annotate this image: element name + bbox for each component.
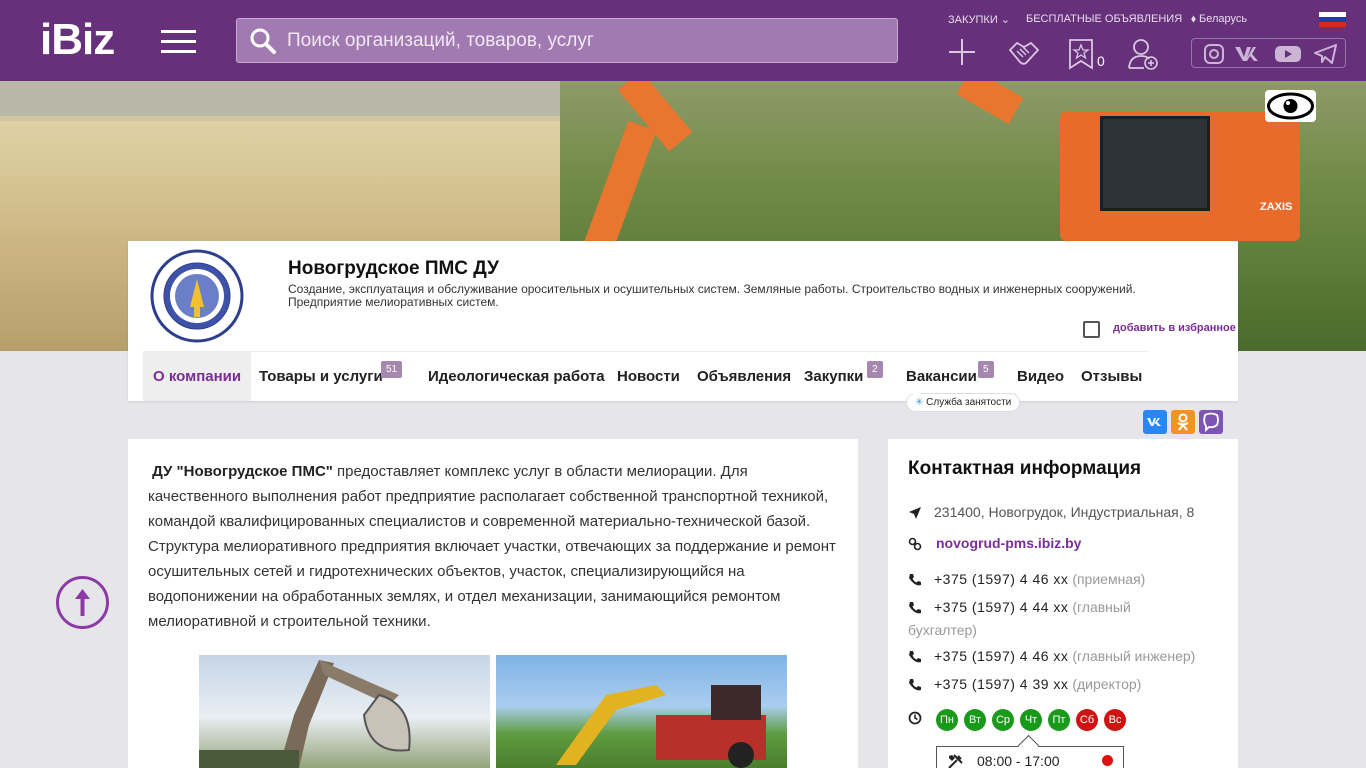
free-ads-link[interactable]: БЕСПЛАТНЫЕ ОБЪЯВЛЕНИЯ xyxy=(1026,13,1182,25)
tab-label: Товары и услуги xyxy=(259,368,383,385)
company-card: Новогрудское ПМС ДУ Создание, эксплуатац… xyxy=(128,241,1238,401)
company-bold-name: ДУ "Новогрудское ПМС" xyxy=(152,463,333,480)
employment-service-tooltip[interactable]: ✳ Служба занятости xyxy=(906,388,1021,412)
phone-note: (главный xyxy=(1072,599,1131,615)
search-input[interactable] xyxy=(287,19,887,62)
excavator-photo[interactable] xyxy=(199,655,490,768)
day-fri[interactable]: Пт xyxy=(1048,709,1070,731)
tab-label: Вакансии xyxy=(906,368,977,385)
chevron-down-icon: ⌄ xyxy=(1000,14,1011,26)
site-logo[interactable]: iBiz xyxy=(40,18,115,62)
link-icon xyxy=(908,537,922,551)
tab-label: Идеологическая работа xyxy=(428,368,605,385)
day-mon[interactable]: Пн xyxy=(936,709,958,731)
tab-about[interactable]: О компании xyxy=(143,352,252,401)
tab-label: О компании xyxy=(153,368,242,385)
favorites-count: 0 xyxy=(1097,53,1105,69)
purchases-link[interactable]: ЗАКУПКИ ⌄ xyxy=(948,13,1010,26)
company-logo-icon xyxy=(150,249,244,343)
phone-number[interactable]: +375 (1597) 4 39 xx xyxy=(934,676,1068,692)
work-days: Пн Вт Ср Чт Пт Сб Вс xyxy=(936,709,1126,731)
website-link[interactable]: novogrud-pms.ibiz.by xyxy=(936,535,1081,551)
tools-icon xyxy=(948,754,963,768)
about-body: предоставляет комплекс услуг в области м… xyxy=(148,463,836,630)
day-sun[interactable]: Вс xyxy=(1104,709,1126,731)
company-name: Новогрудское ПМС ДУ xyxy=(288,258,499,279)
tab-label: Закупки xyxy=(804,368,864,385)
phone-note: (директор) xyxy=(1072,676,1142,692)
day-wed[interactable]: Ср xyxy=(992,709,1014,731)
tab-label: Видео xyxy=(1017,368,1065,385)
sparkle-icon: ✳ xyxy=(915,397,924,408)
add-user-icon[interactable] xyxy=(1128,38,1158,70)
search-icon[interactable] xyxy=(249,27,277,55)
arrow-up-icon xyxy=(75,589,90,616)
tab-news[interactable]: Новости xyxy=(617,352,680,401)
tractor-photo[interactable] xyxy=(496,655,787,768)
day-tue[interactable]: Вт xyxy=(964,709,986,731)
instagram-icon[interactable] xyxy=(1204,44,1224,64)
top-bar: iBiz ЗАКУПКИ ⌄ БЕСПЛАТНЫЕ ОБЪЯВЛЕНИЯ ⬧ Б… xyxy=(0,0,1366,81)
about-article: ДУ "Новогрудское ПМС" предоставляет комп… xyxy=(128,439,858,768)
purchases-label: ЗАКУПКИ xyxy=(948,14,998,26)
contact-title: Контактная информация xyxy=(908,458,1142,479)
add-plus-icon[interactable] xyxy=(948,38,976,66)
closed-status-dot xyxy=(1102,755,1113,766)
tab-ideology[interactable]: Идеологическая работа xyxy=(428,352,605,401)
share-vk-icon[interactable] xyxy=(1143,410,1167,434)
tab-label: Отзывы xyxy=(1081,368,1143,385)
tooltip-label: Служба занятости xyxy=(926,397,1012,408)
tab-label: Объявления xyxy=(697,368,792,385)
language-flag-icon[interactable] xyxy=(1319,12,1346,27)
menu-burger-icon[interactable] xyxy=(161,30,196,54)
region-label: Беларусь xyxy=(1199,13,1248,25)
day-thu[interactable]: Чт xyxy=(1020,709,1042,731)
tab-purchases[interactable]: Закупки 2 xyxy=(804,352,883,401)
add-favorite-link[interactable]: добавить в избранное xyxy=(1113,322,1236,334)
vk-icon[interactable] xyxy=(1234,44,1264,64)
address: 231400, Новогрудок, Индустриальная, 8 xyxy=(934,504,1195,520)
accessibility-eye-icon[interactable] xyxy=(1265,90,1316,122)
phone-number[interactable]: +375 (1597) 4 46 xx xyxy=(934,648,1068,664)
tab-badge: 5 xyxy=(978,361,994,378)
phone-number[interactable]: +375 (1597) 4 44 xx xyxy=(934,599,1068,615)
tab-ads[interactable]: Объявления xyxy=(697,352,791,401)
location-pin-icon: ⬧ xyxy=(1191,13,1196,25)
telegram-icon[interactable] xyxy=(1314,44,1338,64)
working-hours: 08:00 - 17:00 xyxy=(936,746,1124,768)
social-links xyxy=(1191,38,1346,68)
favorite-checkbox[interactable] xyxy=(1083,321,1100,338)
phone-note: (главный инженер) xyxy=(1072,648,1196,664)
contact-panel: Контактная информация 231400, Новогрудок… xyxy=(888,439,1238,768)
phone-icon xyxy=(909,679,921,691)
tab-products[interactable]: Товары и услуги 51 xyxy=(259,352,403,401)
scroll-up-button[interactable] xyxy=(56,576,109,629)
share-viber-icon[interactable] xyxy=(1199,410,1223,434)
phone-number[interactable]: +375 (1597) 4 46 xx xyxy=(934,571,1068,587)
phone-icon xyxy=(909,602,921,614)
hours-text: 08:00 - 17:00 xyxy=(977,753,1060,768)
clock-icon xyxy=(908,711,922,725)
handshake-icon[interactable] xyxy=(1008,38,1040,68)
day-sat[interactable]: Сб xyxy=(1076,709,1098,731)
tab-reviews[interactable]: Отзывы xyxy=(1081,352,1142,401)
tab-label: Новости xyxy=(617,368,680,385)
phone-icon xyxy=(909,574,921,586)
tab-badge: 51 xyxy=(381,361,403,378)
tab-video[interactable]: Видео xyxy=(1017,352,1064,401)
favorites-star-icon[interactable] xyxy=(1068,38,1094,70)
region-link[interactable]: ⬧ Беларусь xyxy=(1191,13,1247,26)
about-text: ДУ "Новогрудское ПМС" предоставляет комп… xyxy=(148,459,838,634)
phone-note: (приемная) xyxy=(1072,571,1146,587)
phone-icon xyxy=(909,651,921,663)
tab-badge: 2 xyxy=(867,361,883,378)
youtube-icon[interactable] xyxy=(1274,44,1302,64)
company-description: Создание, эксплуатация и обслуживание ор… xyxy=(288,282,1136,309)
phone-note-cont: бухгалтер) xyxy=(908,622,977,638)
location-arrow-icon xyxy=(909,507,921,519)
search-box xyxy=(236,18,898,63)
share-odnoklassniki-icon[interactable] xyxy=(1171,410,1195,434)
